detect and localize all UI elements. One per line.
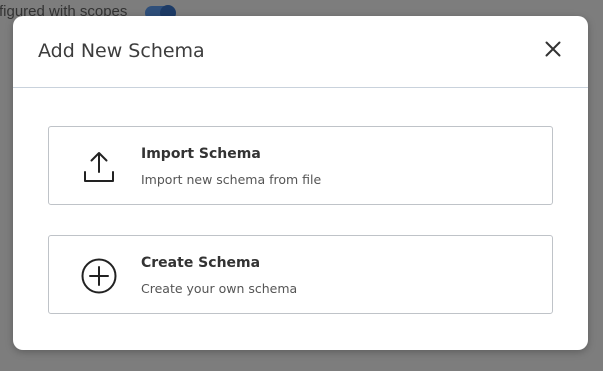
create-schema-description: Create your own schema xyxy=(141,281,298,296)
create-schema-option[interactable]: Create Schema Create your own schema xyxy=(48,235,553,314)
dialog-header: Add New Schema xyxy=(13,16,588,88)
dialog-title: Add New Schema xyxy=(38,40,205,62)
import-schema-title: Import Schema xyxy=(141,146,261,162)
create-schema-title: Create Schema xyxy=(141,255,261,271)
upload-icon xyxy=(81,149,117,185)
plus-circle-icon xyxy=(81,258,117,294)
close-button[interactable] xyxy=(542,38,564,60)
close-icon xyxy=(545,41,561,57)
add-schema-dialog: Add New Schema Import Schema Import new … xyxy=(13,16,588,350)
import-schema-option[interactable]: Import Schema Import new schema from fil… xyxy=(48,126,553,205)
import-schema-description: Import new schema from file xyxy=(141,172,322,187)
